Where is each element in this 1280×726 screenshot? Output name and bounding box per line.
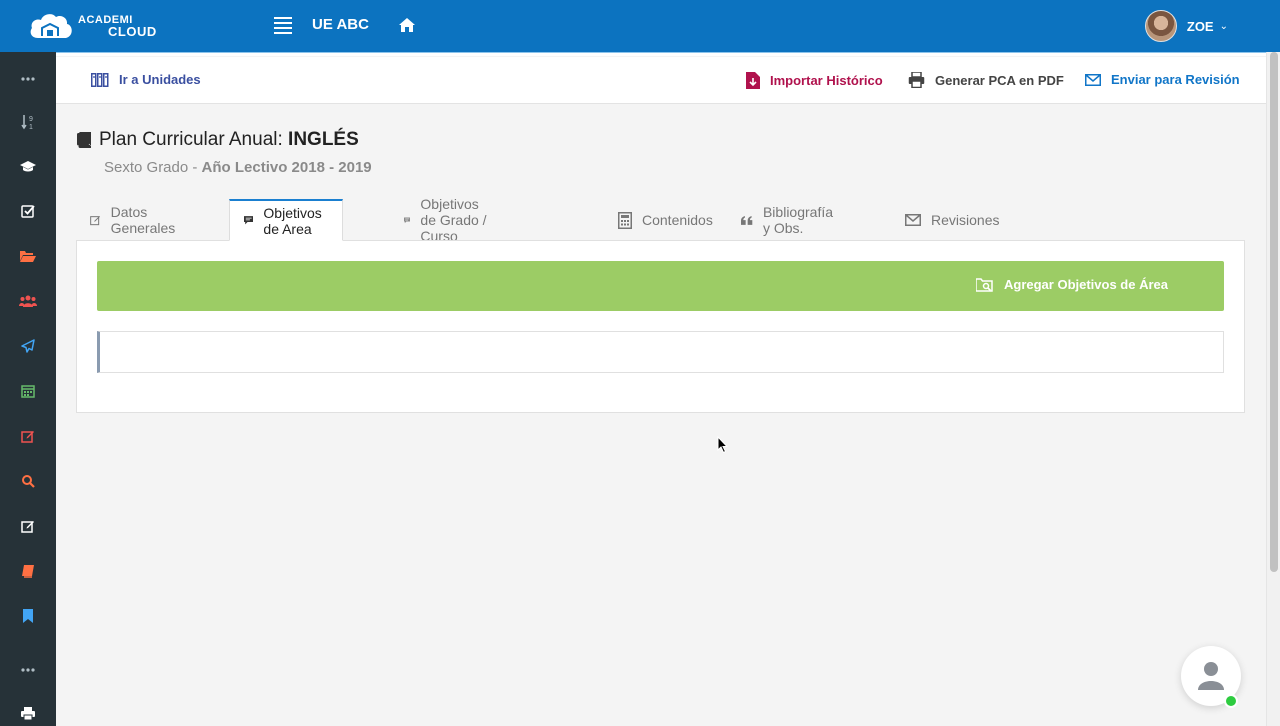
import-history-label: Importar Histórico	[770, 73, 883, 88]
paper-plane-icon[interactable]	[18, 336, 38, 356]
school-name[interactable]: UE ABC	[312, 16, 369, 33]
home-icon[interactable]	[398, 16, 416, 34]
scrollbar-thumb[interactable]	[1270, 52, 1278, 572]
edit-icon[interactable]	[18, 426, 38, 446]
menu-icon	[274, 17, 292, 19]
menu-icon-bar	[274, 27, 292, 29]
go-to-units-label: Ir a Unidades	[119, 72, 201, 87]
folder-open-icon[interactable]	[18, 246, 38, 266]
subtitle-grade: Sexto Grado -	[104, 159, 202, 176]
checkbox-icon[interactable]	[18, 201, 38, 221]
brand-logo[interactable]: ACADEMI CLOUD	[28, 10, 158, 42]
go-to-units-button[interactable]: Ir a Unidades	[91, 72, 201, 87]
users-icon[interactable]	[18, 291, 38, 311]
left-sidebar: 91	[0, 52, 56, 726]
folder-search-icon	[976, 278, 993, 292]
tab-revisiones[interactable]: Revisiones	[891, 199, 1013, 241]
mouse-cursor-icon	[717, 436, 729, 454]
sort-numeric-icon[interactable]: 91	[18, 112, 38, 132]
tab-label: Contenidos	[642, 212, 713, 228]
generate-pdf-label: Generar PCA en PDF	[935, 72, 1064, 88]
tab-objetivos-de-area[interactable]: Objetivos de Area	[229, 199, 344, 241]
online-status-indicator	[1224, 694, 1238, 708]
send-for-review-label: Enviar para Revisión	[1111, 72, 1240, 87]
add-area-objectives-label: Agregar Objetivos de Área	[1004, 277, 1168, 292]
tab-contenidos[interactable]: Contenidos	[604, 199, 727, 241]
objectives-list-empty	[97, 331, 1224, 373]
topbar-divider	[56, 52, 1266, 56]
envelope-icon	[905, 214, 921, 226]
title-prefix: Plan Curricular Anual:	[99, 129, 289, 150]
title-subject: INGLÉS	[288, 129, 359, 150]
comment-icon	[244, 216, 254, 225]
top-bar: ACADEMI CLOUD UE ABC ZOE ⌄	[0, 0, 1280, 52]
svg-text:9: 9	[29, 116, 33, 123]
action-toolbar: Ir a Unidades Importar Histórico Generar…	[56, 57, 1266, 104]
user-silhouette-icon	[1198, 662, 1224, 690]
edit-icon	[90, 216, 100, 226]
more-icon[interactable]	[18, 69, 38, 89]
tab-label: Objetivos de Area	[263, 204, 322, 237]
add-area-objectives-button[interactable]: Agregar Objetivos de Área	[976, 277, 1168, 292]
tab-objetivos-de-grado[interactable]: Objetivos de Grado / Curso	[390, 196, 502, 244]
quote-icon	[741, 215, 753, 225]
user-menu[interactable]: ZOE ⌄	[1144, 10, 1228, 42]
svg-text:1: 1	[29, 124, 33, 130]
page-scrollbar[interactable]	[1266, 52, 1280, 726]
book-icon[interactable]	[18, 561, 38, 581]
envelope-icon	[1085, 73, 1101, 86]
chevron-down-icon: ⌄	[1219, 20, 1228, 32]
avatar	[1144, 10, 1177, 42]
file-download-icon	[746, 72, 760, 89]
page-subtitle: Sexto Grado - Año Lectivo 2018 - 2019	[104, 159, 372, 176]
print-icon[interactable]	[18, 703, 38, 723]
menu-icon-bar	[274, 22, 292, 24]
tab-datos-generales[interactable]: Datos Generales	[76, 199, 195, 241]
menu-toggle-button[interactable]	[274, 17, 292, 35]
bookmark-icon[interactable]	[18, 606, 38, 626]
menu-icon-bar	[274, 32, 292, 34]
tab-label: Revisiones	[931, 212, 1000, 228]
generate-pdf-button[interactable]: Generar PCA en PDF	[908, 72, 1064, 88]
objectives-action-bar: Agregar Objetivos de Área	[97, 261, 1224, 311]
search-icon[interactable]	[18, 471, 38, 491]
calculator-icon	[618, 211, 632, 229]
import-history-button[interactable]: Importar Histórico	[746, 72, 883, 89]
send-for-review-button[interactable]: Enviar para Revisión	[1085, 72, 1240, 87]
tab-label: Objetivos de Grado / Curso	[420, 196, 487, 244]
book-icon	[77, 132, 91, 148]
comment-icon	[404, 216, 411, 223]
edit-alt-icon[interactable]	[18, 516, 38, 536]
graduation-cap-icon[interactable]	[18, 156, 38, 176]
brand-line2: CLOUD	[108, 24, 157, 39]
tab-label: Datos Generales	[110, 204, 176, 236]
columns-icon	[91, 72, 109, 87]
more-icon[interactable]	[18, 660, 38, 680]
page-title: Plan Curricular Anual: INGLÉS	[99, 129, 359, 151]
subtitle-year: Año Lectivo 2018 - 2019	[201, 159, 372, 176]
tab-panel-objetivos: Agregar Objetivos de Área	[76, 240, 1245, 413]
cloud-logo-icon	[30, 14, 72, 38]
tab-label: Bibliografía y Obs.	[762, 204, 834, 236]
calendar-icon[interactable]	[18, 381, 38, 401]
user-name: ZOE	[1186, 18, 1214, 34]
print-icon	[908, 72, 925, 88]
tab-bibliografia[interactable]: Bibliografía y Obs.	[727, 199, 853, 241]
